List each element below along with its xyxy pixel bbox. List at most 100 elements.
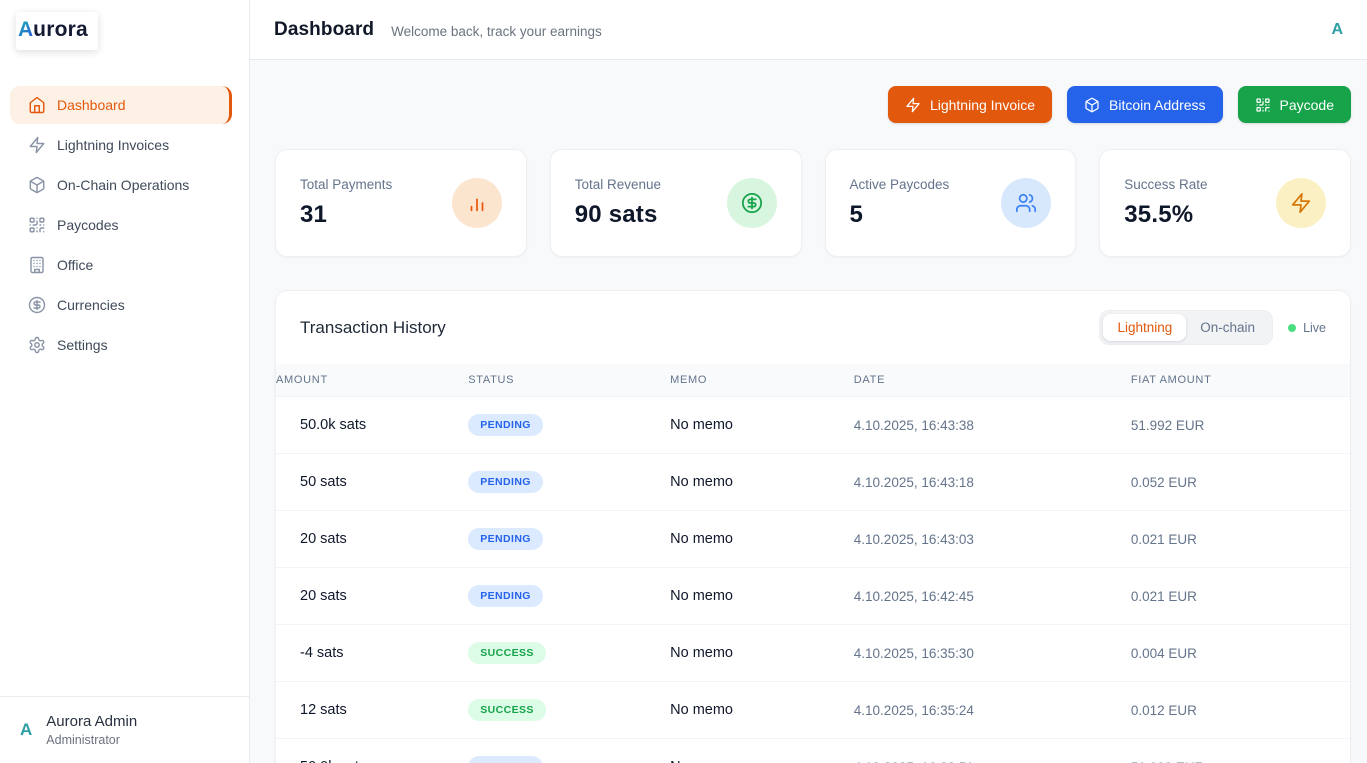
amount-cell: 50.0k sats xyxy=(276,397,468,454)
transaction-history-card: Transaction History Lightning On-chain L… xyxy=(275,290,1351,763)
date-cell: 4.10.2025, 16:43:18 xyxy=(854,454,1131,511)
sidebar-item-label: On-Chain Operations xyxy=(57,177,189,193)
status-badge: SUCCESS xyxy=(468,642,546,664)
table-row[interactable]: 50.0k sats PENDING No memo 4.10.2025, 16… xyxy=(276,739,1350,763)
memo-cell: No memo xyxy=(670,625,854,682)
sidebar-item-label: Dashboard xyxy=(57,97,126,113)
status-cell: PENDING xyxy=(468,739,670,763)
column-header-fiat-amount: Fiat Amount xyxy=(1131,364,1350,397)
bitcoin-address-button[interactable]: Bitcoin Address xyxy=(1067,86,1223,123)
stat-cards: Total Payments 31 Total Revenue 90 sats xyxy=(275,149,1351,257)
sidebar-item-currencies[interactable]: Currencies xyxy=(10,286,232,324)
live-dot-icon xyxy=(1288,324,1296,332)
app-root: Aurora Dashboard Lightning Invoices On-C… xyxy=(0,0,1367,763)
fiat-cell: 51.992 EUR xyxy=(1131,397,1350,454)
status-badge: SUCCESS xyxy=(468,699,546,721)
paycode-button[interactable]: Paycode xyxy=(1238,86,1351,123)
column-header-status: Status xyxy=(468,364,670,397)
memo-cell: No memo xyxy=(670,682,854,739)
stat-card-active-paycodes: Active Paycodes 5 xyxy=(825,149,1077,257)
user-profile[interactable]: A Aurora Admin Administrator xyxy=(0,696,249,763)
stat-value: 35.5% xyxy=(1124,201,1207,229)
sidebar-spacer xyxy=(0,364,249,696)
status-cell: SUCCESS xyxy=(468,625,670,682)
users-icon xyxy=(1001,178,1051,228)
stat-text: Success Rate 35.5% xyxy=(1124,177,1207,229)
amount-cell: 20 sats xyxy=(276,511,468,568)
column-header-date: Date xyxy=(854,364,1131,397)
qr-icon xyxy=(1255,97,1271,113)
stat-card-total-revenue: Total Revenue 90 sats xyxy=(550,149,802,257)
status-badge: PENDING xyxy=(468,471,543,493)
stat-text: Active Paycodes 5 xyxy=(850,177,950,229)
sidebar-item-paycodes[interactable]: Paycodes xyxy=(10,206,232,244)
live-indicator: Live xyxy=(1288,321,1326,335)
fiat-cell: 0.052 EUR xyxy=(1131,454,1350,511)
sidebar-item-office[interactable]: Office xyxy=(10,246,232,284)
page-title: Dashboard xyxy=(274,19,374,41)
date-cell: 4.10.2025, 16:33:51 xyxy=(854,739,1131,763)
sidebar-item-on-chain-operations[interactable]: On-Chain Operations xyxy=(10,166,232,204)
user-info: Aurora Admin Administrator xyxy=(46,713,137,747)
fiat-cell: 0.021 EUR xyxy=(1131,568,1350,625)
zap-icon xyxy=(28,136,46,154)
qr-icon xyxy=(28,216,46,234)
amount-cell: 20 sats xyxy=(276,568,468,625)
transactions-table: Amount Status Memo Date Fiat Amount xyxy=(276,364,1350,763)
brand-logo-chip: Aurora xyxy=(16,12,98,50)
sidebar-item-settings[interactable]: Settings xyxy=(10,326,232,364)
stat-label: Total Payments xyxy=(300,177,392,192)
amount-cell: -4 sats xyxy=(276,625,468,682)
page-subtitle: Welcome back, track your earnings xyxy=(391,21,602,39)
brand-logo: Aurora xyxy=(0,0,249,60)
sidebar-item-label: Lightning Invoices xyxy=(57,137,169,153)
status-cell: PENDING xyxy=(468,397,670,454)
dashboard-content: Lightning Invoice Bitcoin Address Paycod… xyxy=(250,60,1367,763)
box-icon xyxy=(1084,97,1100,113)
sidebar-item-label: Settings xyxy=(57,337,108,353)
stat-card-total-payments: Total Payments 31 xyxy=(275,149,527,257)
home-icon xyxy=(28,96,46,114)
table-row[interactable]: 50.0k sats PENDING No memo 4.10.2025, 16… xyxy=(276,397,1350,454)
user-name: Aurora Admin xyxy=(46,713,137,730)
transaction-history-header: Transaction History Lightning On-chain L… xyxy=(276,291,1350,364)
action-buttons: Lightning Invoice Bitcoin Address Paycod… xyxy=(275,86,1351,123)
main-area: Dashboard Welcome back, track your earni… xyxy=(250,0,1367,763)
status-badge: PENDING xyxy=(468,585,543,607)
status-cell: PENDING xyxy=(468,454,670,511)
stat-label: Total Revenue xyxy=(575,177,661,192)
zap-icon xyxy=(905,97,921,113)
table-row[interactable]: 50 sats PENDING No memo 4.10.2025, 16:43… xyxy=(276,454,1350,511)
memo-cell: No memo xyxy=(670,568,854,625)
action-label: Paycode xyxy=(1280,97,1334,113)
table-body: 50.0k sats PENDING No memo 4.10.2025, 16… xyxy=(276,397,1350,763)
table-row[interactable]: 20 sats PENDING No memo 4.10.2025, 16:42… xyxy=(276,568,1350,625)
stat-value: 31 xyxy=(300,201,392,229)
live-label: Live xyxy=(1303,321,1326,335)
stat-text: Total Revenue 90 sats xyxy=(575,177,661,229)
date-cell: 4.10.2025, 16:35:24 xyxy=(854,682,1131,739)
sidebar-item-lightning-invoices[interactable]: Lightning Invoices xyxy=(10,126,232,164)
table-row[interactable]: -4 sats SUCCESS No memo 4.10.2025, 16:35… xyxy=(276,625,1350,682)
amount-cell: 50 sats xyxy=(276,454,468,511)
memo-cell: No memo xyxy=(670,511,854,568)
action-label: Lightning Invoice xyxy=(930,97,1035,113)
date-cell: 4.10.2025, 16:43:38 xyxy=(854,397,1131,454)
lightning-invoice-button[interactable]: Lightning Invoice xyxy=(888,86,1052,123)
date-cell: 4.10.2025, 16:43:03 xyxy=(854,511,1131,568)
table-row[interactable]: 20 sats PENDING No memo 4.10.2025, 16:43… xyxy=(276,511,1350,568)
tab-lightning[interactable]: Lightning xyxy=(1103,314,1186,341)
memo-cell: No memo xyxy=(670,397,854,454)
stat-card-success-rate: Success Rate 35.5% xyxy=(1099,149,1351,257)
brand-logo-text: urora xyxy=(33,18,88,41)
network-toggle: Lightning On-chain xyxy=(1099,310,1273,345)
sidebar-item-label: Currencies xyxy=(57,297,125,313)
avatar: A xyxy=(20,720,32,740)
tab-on-chain[interactable]: On-chain xyxy=(1186,314,1269,341)
sidebar-item-dashboard[interactable]: Dashboard xyxy=(10,86,232,124)
sidebar-nav: Dashboard Lightning Invoices On-Chain Op… xyxy=(0,60,249,364)
stat-text: Total Payments 31 xyxy=(300,177,392,229)
table-row[interactable]: 12 sats SUCCESS No memo 4.10.2025, 16:35… xyxy=(276,682,1350,739)
memo-cell: No memo xyxy=(670,739,854,763)
stat-label: Active Paycodes xyxy=(850,177,950,192)
